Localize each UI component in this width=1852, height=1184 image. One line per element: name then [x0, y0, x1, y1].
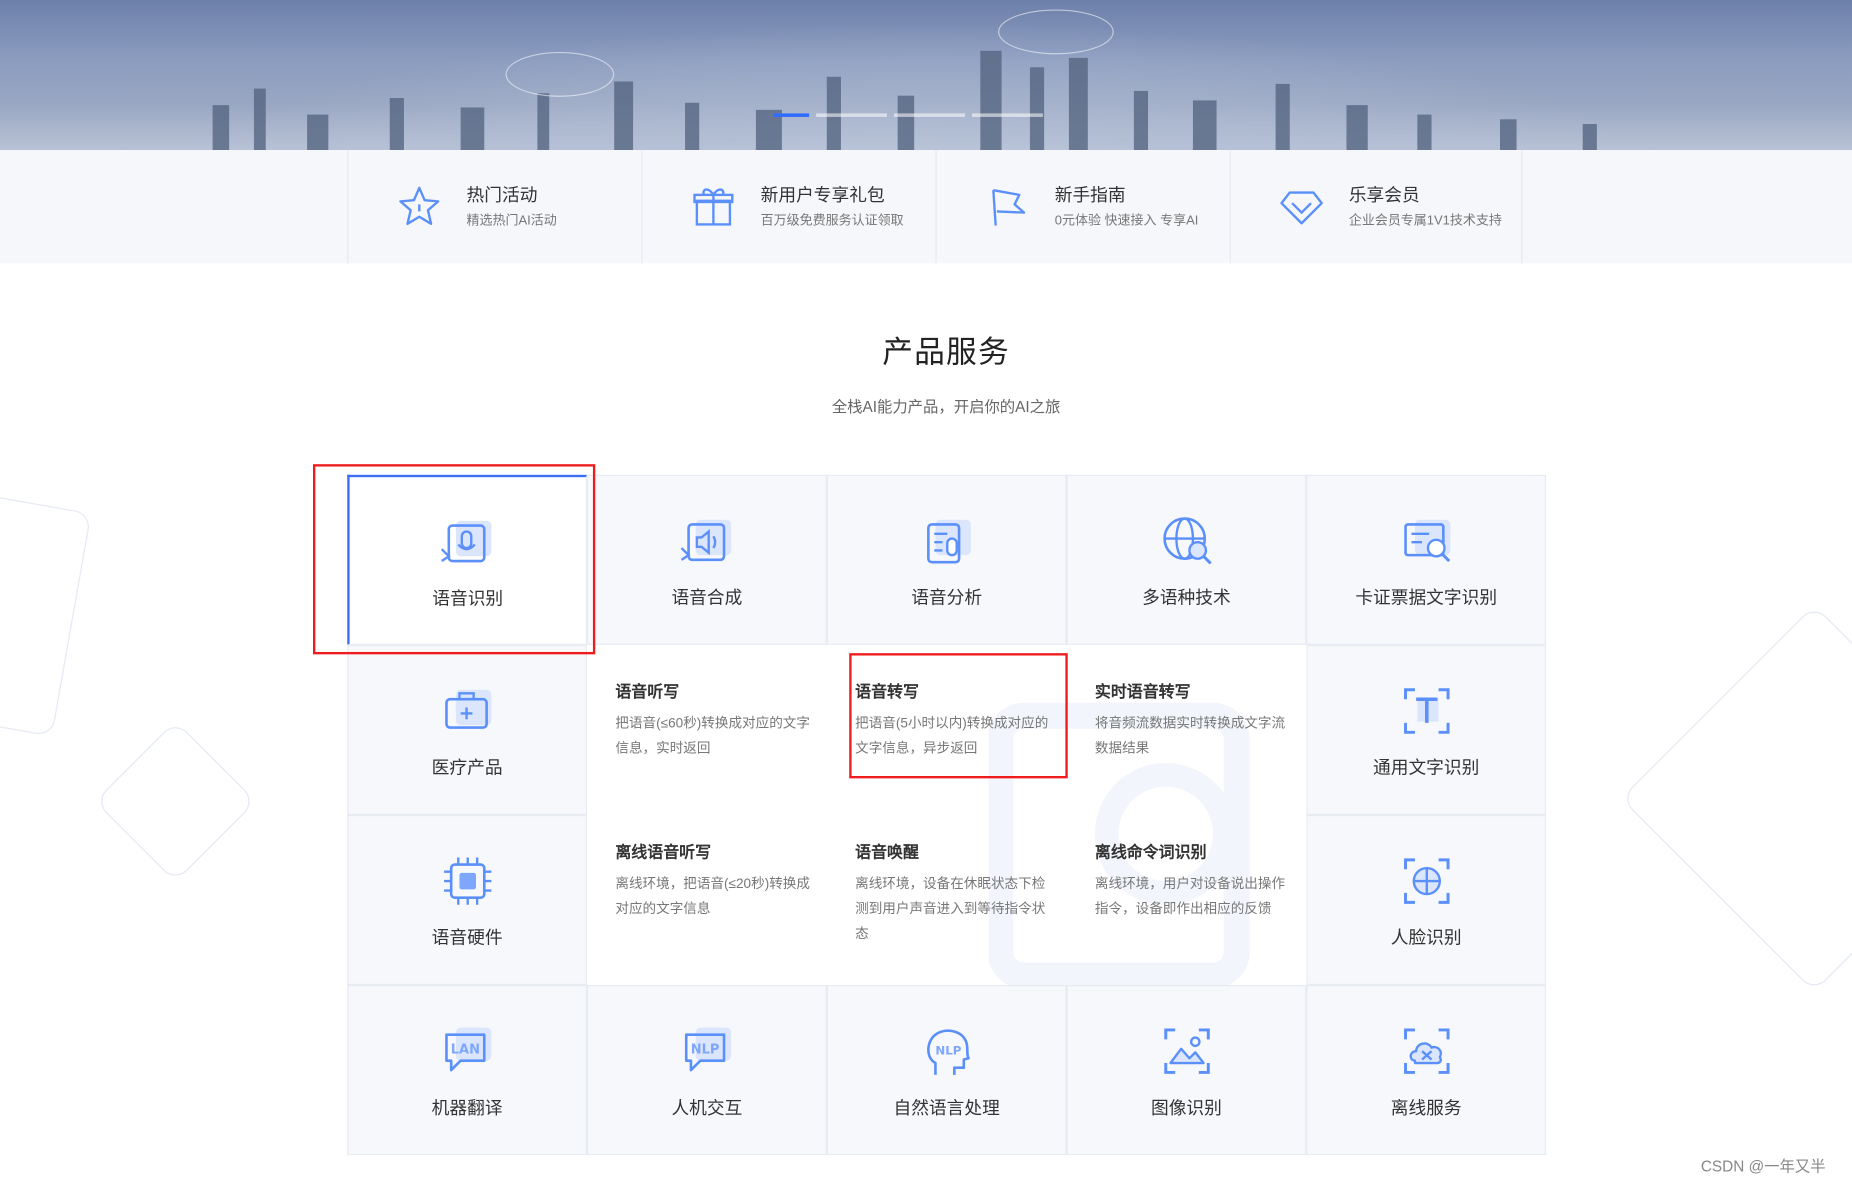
category-label: 语音硬件 [431, 928, 503, 949]
image-scan-icon [1158, 1023, 1215, 1080]
category-speech-synthesis[interactable]: 语音合成 [587, 474, 827, 645]
quick-link-beginner-guide[interactable]: 新手指南 0元体验 快速接入 专享AI [935, 150, 1228, 264]
category-card-ocr[interactable]: 卡证票据文字识别 [1306, 474, 1547, 645]
quick-link-subtitle: 0元体验 快速接入 专享AI [1054, 213, 1199, 228]
hero-ring-right [998, 9, 1114, 55]
category-image-recognition[interactable]: 图像识别 [1066, 985, 1307, 1156]
document-search-icon [1398, 513, 1455, 570]
subproduct-title: 离线语音听写 [615, 843, 712, 862]
chip-icon [439, 853, 496, 910]
background-decoration-diamond [94, 720, 257, 883]
quick-link-subtitle: 精选热门AI活动 [466, 213, 557, 228]
quick-link-subtitle: 企业会员专属1V1技术支持 [1348, 213, 1502, 228]
nlp-head-icon: NLP [918, 1023, 975, 1080]
category-machine-translation[interactable]: LAN 机器翻译 [347, 985, 588, 1156]
category-offline-services[interactable]: 离线服务 [1306, 985, 1547, 1156]
hero-banner[interactable] [0, 0, 1852, 151]
star-icon [391, 178, 448, 235]
annotation-box-transcription [849, 653, 1068, 779]
category-label: 机器翻译 [431, 1098, 503, 1119]
quick-link-new-user-gift[interactable]: 新用户专享礼包 百万级免费服务认证领取 [641, 150, 934, 264]
background-decoration-right [1620, 604, 1852, 993]
category-label: 语音分析 [911, 588, 983, 609]
svg-text:LAN: LAN [450, 1043, 479, 1058]
subproduct-title: 离线命令词识别 [1094, 843, 1207, 862]
quick-link-title: 新用户专享礼包 [760, 185, 885, 206]
category-nlp[interactable]: NLP 自然语言处理 [826, 985, 1067, 1156]
subproduct-description: 离线环境，把语音(≤20秒)转换成对应的文字信息 [615, 877, 810, 917]
section-title: 产品服务 [882, 334, 1010, 370]
category-label: 通用文字识别 [1373, 758, 1480, 779]
globe-search-icon [1158, 513, 1215, 570]
category-label: 医疗产品 [431, 758, 503, 779]
category-label: 人脸识别 [1390, 928, 1462, 949]
category-speech-hardware[interactable]: 语音硬件 [347, 814, 588, 986]
subproduct-title: 语音听写 [615, 682, 680, 701]
category-human-computer-interaction[interactable]: NLP 人机交互 [587, 985, 827, 1156]
category-face-recognition[interactable]: 人脸识别 [1306, 814, 1547, 986]
subproduct-description: 将音频流数据实时转换成文字流数据结果 [1094, 716, 1286, 756]
quick-link-hot-activities[interactable]: 热门活动 精选热门AI活动 [347, 150, 640, 264]
carousel-dot-2[interactable] [816, 113, 888, 117]
face-scan-icon [1398, 853, 1455, 910]
medical-kit-icon [439, 683, 496, 740]
carousel-dot-3[interactable] [894, 113, 965, 117]
quick-link-subtitle: 百万级免费服务认证领取 [760, 213, 904, 228]
lan-chat-icon: LAN [439, 1023, 496, 1080]
subproduct-description: 把语音(≤60秒)转换成对应的文字信息，实时返回 [615, 716, 810, 756]
category-label: 离线服务 [1390, 1098, 1462, 1119]
carousel-indicators[interactable] [773, 113, 1043, 117]
category-multilingual[interactable]: 多语种技术 [1066, 474, 1307, 645]
quick-link-membership[interactable]: 乐享会员 企业会员专属1V1技术支持 [1229, 150, 1523, 264]
subproduct-offline-command[interactable]: 离线命令词识别 离线环境，用户对设备说出操作指令，设备即作出相应的反馈 [1095, 839, 1296, 923]
subproduct-title: 实时语音转写 [1094, 682, 1191, 701]
quick-link-title: 热门活动 [466, 185, 538, 206]
subproduct-description: 离线环境，设备在休眠状态下检测到用户声音进入到等待指令状态 [855, 877, 1046, 942]
background-decoration-left [0, 482, 92, 737]
category-label: 图像识别 [1150, 1098, 1222, 1119]
subproduct-offline-dictation[interactable]: 离线语音听写 离线环境，把语音(≤20秒)转换成对应的文字信息 [615, 839, 816, 923]
speaker-icon [679, 513, 736, 570]
gift-icon [685, 178, 742, 235]
svg-text:NLP: NLP [935, 1044, 961, 1058]
section-subtitle: 全栈AI能力产品，开启你的AI之旅 [831, 398, 1061, 416]
quick-link-title: 乐享会员 [1348, 185, 1420, 206]
category-label: 多语种技术 [1142, 588, 1231, 609]
watermark-text: CSDN @一年又半 [1700, 1157, 1826, 1176]
subproduct-wakeup[interactable]: 语音唤醒 离线环境，设备在休眠状态下检测到用户声音进入到等待指令状态 [855, 839, 1056, 948]
category-label: 卡证票据文字识别 [1355, 588, 1498, 609]
hero-ring-left [505, 51, 615, 97]
category-medical[interactable]: 医疗产品 [347, 644, 588, 815]
category-speech-analysis[interactable]: 语音分析 [826, 474, 1067, 645]
carousel-dot-4[interactable] [972, 113, 1043, 117]
quick-link-title: 新手指南 [1054, 185, 1126, 206]
subproduct-realtime-transcription[interactable]: 实时语音转写 将音频流数据实时转换成文字流数据结果 [1095, 678, 1296, 762]
cloud-offline-icon [1398, 1023, 1455, 1080]
annotation-box-speech-recognition [312, 464, 596, 655]
subproduct-dictation[interactable]: 语音听写 把语音(≤60秒)转换成对应的文字信息，实时返回 [615, 678, 816, 762]
flag-icon [979, 178, 1036, 235]
diamond-icon [1273, 178, 1330, 235]
nlp-chat-icon: NLP [679, 1023, 736, 1080]
text-scan-icon [1398, 683, 1455, 740]
subproduct-description: 离线环境，用户对设备说出操作指令，设备即作出相应的反馈 [1094, 877, 1286, 917]
speech-analysis-icon [918, 513, 975, 570]
quick-links-bar: 热门活动 精选热门AI活动 新用户专享礼包 百万级免费服务认证领取 新手指南 0… [0, 150, 1852, 264]
carousel-dot-1[interactable] [773, 113, 810, 117]
subproduct-title: 语音唤醒 [855, 843, 919, 862]
svg-text:NLP: NLP [690, 1043, 719, 1058]
category-label: 人机交互 [671, 1098, 743, 1119]
category-label: 语音合成 [671, 588, 743, 609]
category-label: 自然语言处理 [893, 1098, 1000, 1119]
hero-glow [0, 0, 1852, 151]
category-general-ocr[interactable]: 通用文字识别 [1306, 644, 1547, 815]
